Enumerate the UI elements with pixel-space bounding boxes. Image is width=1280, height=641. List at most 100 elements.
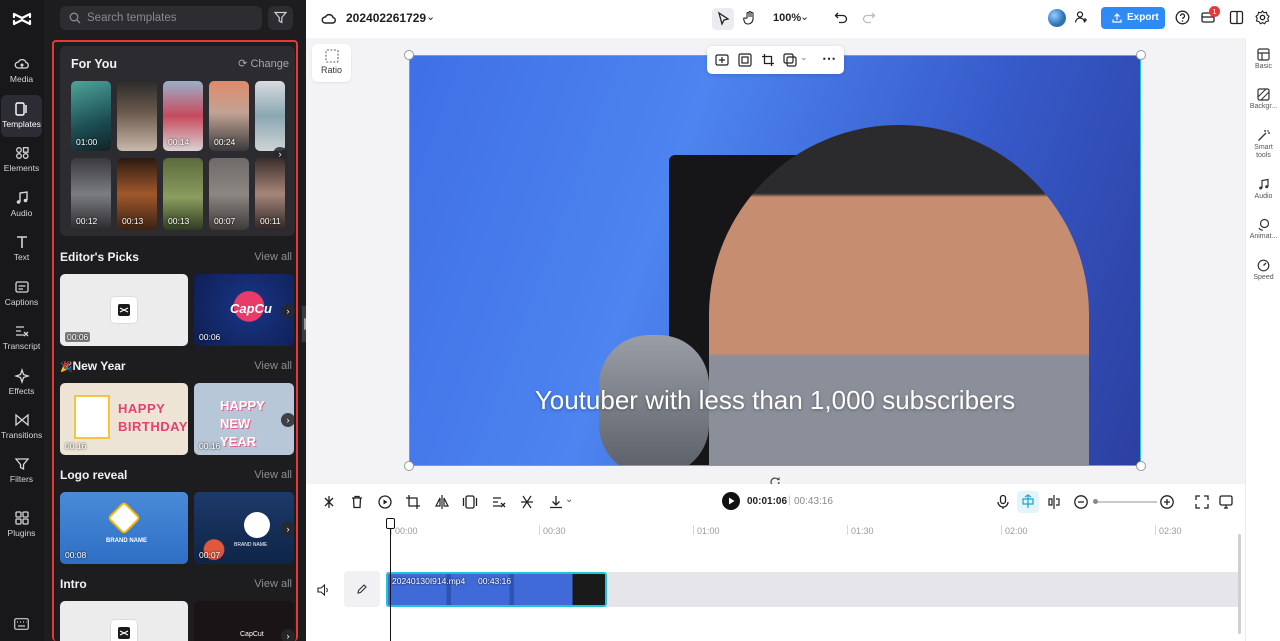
template-thumbnail[interactable]: 00:11 [255, 158, 285, 230]
template-thumbnail[interactable] [117, 81, 157, 151]
crop-icon[interactable] [405, 494, 421, 510]
play-button[interactable] [722, 492, 740, 510]
mirror-icon[interactable] [434, 494, 450, 510]
help-icon[interactable] [1175, 10, 1190, 28]
keyboard-shortcuts-icon[interactable] [14, 618, 29, 633]
split-view-icon[interactable] [1046, 494, 1062, 510]
filter-button[interactable] [268, 6, 293, 30]
volume-icon[interactable] [317, 584, 330, 596]
settings-gear-icon[interactable] [1255, 10, 1270, 28]
zoom-slider-thumb[interactable] [1093, 499, 1098, 504]
rail-item-effects[interactable]: Effects [1, 362, 42, 404]
preview-monitor-icon[interactable] [1218, 494, 1234, 510]
redo-icon[interactable] [862, 10, 876, 27]
rail-item-basic[interactable]: Basic [1246, 48, 1280, 70]
rail-item-captions[interactable]: Captions [1, 273, 42, 315]
layout-toggle-icon[interactable] [1229, 10, 1244, 28]
crop-icon[interactable] [761, 53, 775, 67]
replace-media-icon[interactable] [715, 53, 729, 67]
magnet-snap-button[interactable] [1017, 491, 1039, 513]
view-all-link[interactable]: View all [254, 360, 292, 372]
rail-item-smart-tools[interactable]: Smart tools [1246, 129, 1280, 160]
template-thumbnail[interactable]: 00:13 [117, 158, 157, 230]
user-invite-icon[interactable] [1074, 10, 1088, 27]
zoom-out-icon[interactable] [1073, 494, 1089, 510]
template-thumbnail[interactable]: HAPPY NEW YEAR 00:16 [194, 383, 294, 455]
microphone-icon[interactable] [995, 494, 1011, 510]
resize-handle[interactable] [1136, 461, 1146, 471]
chevron-down-icon[interactable]: ⌄ [426, 10, 435, 23]
resize-handle[interactable] [404, 461, 414, 471]
chevron-down-icon[interactable]: ⌄ [800, 10, 809, 23]
rail-item-text[interactable]: Text [1, 228, 42, 270]
search-input[interactable]: Search templates [60, 6, 262, 30]
mask-icon[interactable] [783, 53, 797, 67]
split-icon[interactable] [321, 494, 337, 510]
resize-handle[interactable] [404, 50, 414, 60]
rail-item-audio[interactable]: Audio [1, 184, 42, 226]
edit-cover-button[interactable] [344, 571, 380, 607]
select-tool-button[interactable] [712, 8, 734, 30]
chevron-down-icon[interactable]: ⌄ [800, 52, 808, 63]
template-thumbnail[interactable]: 01:00 [71, 81, 111, 151]
rail-item-transcript[interactable]: Transcript [1, 317, 42, 359]
zoom-level[interactable]: 100% [773, 12, 801, 24]
template-thumbnail[interactable] [255, 81, 285, 151]
view-all-link[interactable]: View all [254, 578, 292, 590]
template-thumbnail[interactable]: CapCut [194, 601, 294, 641]
delete-icon[interactable] [349, 494, 365, 510]
fit-frame-icon[interactable] [738, 53, 752, 67]
captions-edit-icon[interactable] [491, 494, 507, 510]
playhead[interactable] [390, 520, 391, 641]
rail-item-templates[interactable]: Templates [1, 95, 42, 137]
chevron-right-icon[interactable]: › [281, 522, 295, 536]
view-all-link[interactable]: View all [254, 251, 292, 263]
download-icon[interactable] [548, 494, 564, 510]
rail-item-elements[interactable]: Elements [1, 139, 42, 181]
template-thumbnail[interactable]: 00:14 [163, 81, 203, 151]
template-thumbnail[interactable]: 00:13 [163, 158, 203, 230]
trim-icon[interactable] [519, 494, 535, 510]
template-thumbnail[interactable]: 00:12 [71, 158, 111, 230]
undo-icon[interactable] [834, 10, 848, 27]
rail-item-plugins[interactable]: Plugins [1, 504, 42, 546]
video-clip[interactable]: 20240130I914.mp4 00:43:16 [386, 572, 607, 607]
view-all-link[interactable]: View all [254, 469, 292, 481]
zoom-in-icon[interactable] [1159, 494, 1175, 510]
fullscreen-icon[interactable] [1194, 494, 1210, 510]
chevron-right-icon[interactable]: › [281, 413, 295, 427]
chevron-down-icon[interactable]: ⌄ [565, 494, 573, 505]
flip-icon[interactable] [462, 494, 478, 510]
template-thumbnail[interactable] [60, 601, 188, 641]
template-thumbnail[interactable]: 00:24 [209, 81, 249, 151]
resize-handle[interactable] [1136, 50, 1146, 60]
rail-item-animation[interactable]: Animat... [1246, 218, 1280, 240]
rail-item-transitions[interactable]: Transitions [1, 406, 42, 448]
project-name[interactable]: 202402261729 [346, 11, 426, 25]
hand-tool-icon[interactable] [742, 10, 758, 29]
rail-item-speed[interactable]: Speed [1246, 259, 1280, 281]
template-thumbnail[interactable]: BRAND NAME 00:08 [60, 492, 188, 564]
template-thumbnail[interactable]: BRAND NAME 00:07 [194, 492, 294, 564]
more-options-icon[interactable]: ⋯ [822, 50, 837, 67]
change-button[interactable]: ⟳ Change [238, 57, 289, 70]
chevron-right-icon[interactable]: › [281, 629, 295, 641]
avatar[interactable] [1048, 9, 1066, 27]
rail-item-audio[interactable]: Audio [1246, 178, 1280, 200]
template-thumbnail[interactable]: 00:07 [209, 158, 249, 230]
capcut-logo-icon[interactable] [11, 8, 33, 30]
vertical-scrollbar[interactable] [1238, 534, 1241, 634]
ratio-button[interactable]: Ratio [312, 44, 351, 82]
template-thumbnail[interactable]: CapCu 00:06 [194, 274, 294, 346]
chevron-right-icon[interactable]: › [281, 304, 295, 318]
zoom-slider[interactable] [1095, 501, 1157, 503]
freeze-frame-icon[interactable] [377, 494, 393, 510]
rail-item-filters[interactable]: Filters [1, 450, 42, 492]
template-thumbnail[interactable]: 00:06 [60, 274, 188, 346]
template-thumbnail[interactable]: HAPPY BIRTHDAY 00:16 [60, 383, 188, 455]
rail-item-background[interactable]: Backgr... [1246, 88, 1280, 110]
playhead-handle[interactable] [386, 518, 395, 529]
export-button[interactable]: Export [1101, 7, 1165, 29]
cloud-sync-icon[interactable] [321, 11, 337, 28]
rail-item-media[interactable]: Media [1, 50, 42, 92]
